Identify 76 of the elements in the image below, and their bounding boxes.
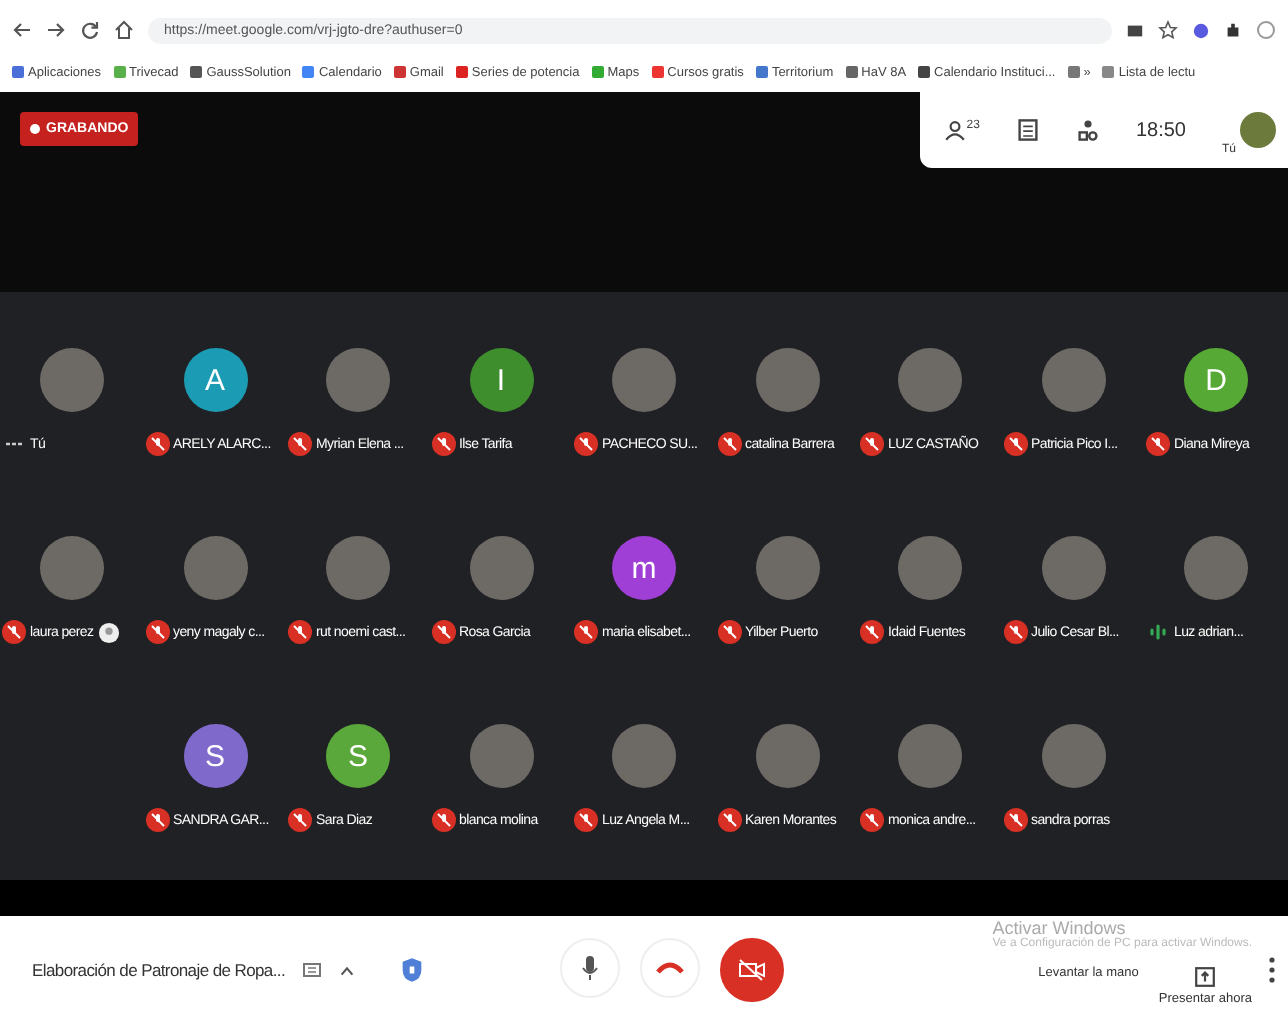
mic-muted-icon — [860, 432, 884, 456]
camera-off-icon — [737, 958, 766, 982]
photo-placeholder — [898, 348, 962, 412]
letter-avatar: A — [183, 348, 247, 412]
profile-icon[interactable] — [1256, 20, 1276, 40]
letter-avatar: S — [183, 724, 247, 788]
mic-muted-icon — [288, 432, 312, 456]
photo-placeholder — [1041, 724, 1105, 788]
photo-placeholder — [183, 536, 247, 600]
mic-muted-icon — [431, 808, 455, 832]
chat-icon[interactable] — [1015, 118, 1040, 142]
captions-icon[interactable] — [301, 960, 322, 980]
mic-muted-icon — [288, 620, 312, 644]
people-icon — [944, 119, 967, 141]
hang-up-button[interactable] — [639, 938, 700, 998]
photo-placeholder — [898, 536, 962, 600]
photo-placeholder — [898, 724, 962, 788]
mic-muted-icon — [145, 808, 169, 832]
mic-muted-icon — [717, 432, 741, 456]
mic-muted-icon — [717, 808, 741, 832]
activation-title: Activar Windows — [992, 918, 1126, 938]
mic-muted-icon — [574, 808, 598, 832]
clock-time: 18:50 — [1135, 119, 1186, 141]
home-icon[interactable] — [114, 20, 134, 40]
forward-icon[interactable] — [46, 20, 66, 40]
mic-muted-icon — [145, 620, 169, 644]
present-icon — [1194, 966, 1217, 988]
phone-icon — [655, 960, 684, 976]
mic-muted-icon — [1003, 432, 1027, 456]
meeting-title[interactable]: Elaboración de Patronaje de Ropa... — [32, 960, 286, 980]
photo-placeholder — [40, 348, 104, 412]
letter-avatar: I — [469, 348, 533, 412]
photo-placeholder — [755, 348, 819, 412]
photo-placeholder — [40, 536, 104, 600]
audio-level-icon — [1146, 620, 1170, 644]
shield-icon[interactable] — [399, 956, 424, 984]
mic-muted-icon — [145, 432, 169, 456]
photo-placeholder — [1041, 536, 1105, 600]
microphone-icon — [579, 954, 600, 982]
mic-muted-icon — [1003, 620, 1027, 644]
photo-placeholder — [755, 536, 819, 600]
camera-off-button[interactable] — [719, 938, 784, 1002]
mic-muted-icon — [431, 620, 455, 644]
letter-avatar: D — [1184, 348, 1248, 412]
photo-placeholder — [469, 536, 533, 600]
mic-muted-icon — [860, 808, 884, 832]
mic-muted-icon — [1146, 432, 1170, 456]
photo-placeholder — [469, 724, 533, 788]
photo-placeholder — [1184, 536, 1248, 600]
photo-placeholder — [326, 536, 390, 600]
photo-placeholder — [326, 348, 390, 412]
people-button[interactable]: 23 — [944, 119, 980, 141]
star-icon[interactable] — [1158, 20, 1178, 40]
mic-muted-icon — [574, 432, 598, 456]
photo-placeholder — [612, 724, 676, 788]
letter-avatar: S — [326, 724, 390, 788]
activities-icon[interactable] — [1075, 118, 1100, 142]
mic-muted-icon — [574, 620, 598, 644]
more-options-icon[interactable] — [1268, 956, 1276, 984]
mic-muted-icon — [1003, 808, 1027, 832]
self-avatar — [1240, 112, 1276, 148]
mic-muted-icon — [717, 620, 741, 644]
back-icon[interactable] — [12, 20, 32, 40]
caret-icon[interactable] — [337, 961, 356, 979]
reload-icon[interactable] — [80, 20, 100, 40]
mic-muted-icon — [431, 432, 455, 456]
letter-avatar: m — [612, 536, 676, 600]
photo-placeholder — [755, 724, 819, 788]
mic-muted-icon — [860, 620, 884, 644]
mic-muted-icon — [2, 620, 26, 644]
photo-placeholder — [1041, 348, 1105, 412]
extension-icon[interactable] — [1126, 21, 1144, 39]
extension-icon[interactable] — [1192, 21, 1210, 39]
mic-button[interactable] — [559, 938, 620, 998]
photo-placeholder — [612, 348, 676, 412]
mic-muted-icon — [288, 808, 312, 832]
